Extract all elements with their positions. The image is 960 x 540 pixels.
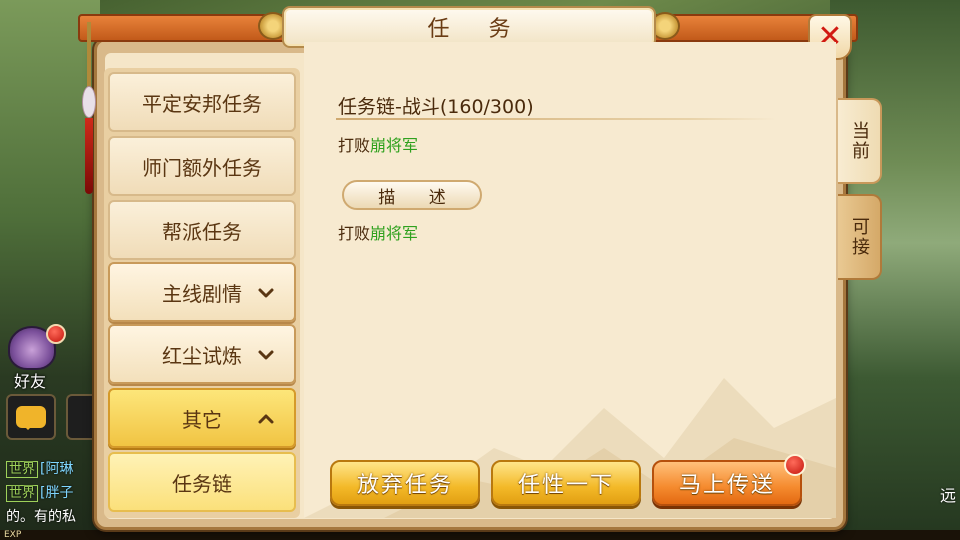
- task-subitem-label: 任务链: [172, 471, 232, 496]
- chat-button[interactable]: [6, 394, 56, 440]
- exp-bar: EXP: [0, 530, 960, 540]
- teleport-label: 马上传送: [678, 473, 775, 498]
- description-heading: 描 述: [342, 180, 482, 210]
- notification-dot: [46, 324, 66, 344]
- task-subitem[interactable]: 任务链: [108, 452, 296, 512]
- abandon-task-label: 放弃任务: [356, 473, 453, 498]
- task-category-label: 平定安邦任务: [142, 91, 262, 116]
- task-group-header[interactable]: 主线剧情: [108, 262, 296, 322]
- task-objective-target[interactable]: 崩将军: [370, 136, 418, 155]
- chevron-down-icon: [256, 283, 276, 303]
- task-category-label: 帮派任务: [162, 219, 242, 244]
- chat-channel-tag: 世界: [6, 461, 39, 478]
- tassel-cord: [85, 118, 93, 194]
- task-group-header[interactable]: 其它: [108, 388, 296, 448]
- title-divider: [336, 118, 776, 120]
- exp-label: EXP: [4, 530, 22, 540]
- task-category-list: 平定安邦任务 师门额外任务 帮派任务 主线剧情 红尘试炼 其它 任务链: [104, 68, 300, 518]
- chat-sender[interactable]: [阿琳: [40, 461, 73, 477]
- task-description-target[interactable]: 崩将军: [370, 224, 418, 243]
- task-objective: 打败崩将军: [338, 132, 418, 156]
- chat-sender[interactable]: [胖子: [40, 485, 73, 501]
- random-button[interactable]: 任性一下: [491, 460, 641, 506]
- task-category-item[interactable]: 平定安邦任务: [108, 72, 296, 132]
- tab-available[interactable]: 可接: [838, 194, 882, 280]
- task-detail-panel: 任务链-战斗(160/300) 打败崩将军 描 述 打败崩将军: [304, 42, 836, 518]
- tab-current[interactable]: 当前: [838, 98, 882, 184]
- tassel-ornament-icon: [82, 86, 96, 118]
- tassel-decoration: [82, 22, 96, 194]
- abandon-task-button[interactable]: 放弃任务: [330, 460, 480, 506]
- task-category-item[interactable]: 师门额外任务: [108, 136, 296, 196]
- dialog-title: 任 务: [427, 17, 527, 42]
- task-group-label: 红尘试炼: [162, 343, 242, 368]
- hud-right-text: 远: [939, 486, 956, 505]
- teleport-button[interactable]: 马上传送: [652, 454, 806, 506]
- chat-bubble-icon: [16, 406, 46, 430]
- voice-button[interactable]: [66, 394, 96, 440]
- task-description-prefix: 打败: [338, 224, 371, 243]
- chat-line: 的。有的私: [6, 509, 76, 525]
- chevron-down-icon: [256, 345, 276, 365]
- chat-channel-tag: 世界: [6, 485, 39, 502]
- chevron-up-icon: [256, 409, 276, 429]
- friend-button[interactable]: 好友: [4, 324, 66, 391]
- task-group-label: 主线剧情: [162, 281, 242, 306]
- task-objective-prefix: 打败: [338, 136, 371, 155]
- notification-dot: [784, 454, 806, 476]
- random-label: 任性一下: [517, 473, 614, 498]
- task-group-header[interactable]: 红尘试炼: [108, 324, 296, 384]
- task-description: 打败崩将军: [338, 220, 418, 244]
- friend-label: 好友: [14, 372, 47, 391]
- chat-line: 世界 [胖子: [6, 482, 73, 502]
- task-title: 任务链-战斗(160/300): [338, 96, 534, 118]
- task-category-label: 师门额外任务: [142, 155, 262, 180]
- chat-line: 世界 [阿琳: [6, 458, 73, 478]
- task-category-item[interactable]: 帮派任务: [108, 200, 296, 260]
- task-group-label: 其它: [182, 407, 222, 432]
